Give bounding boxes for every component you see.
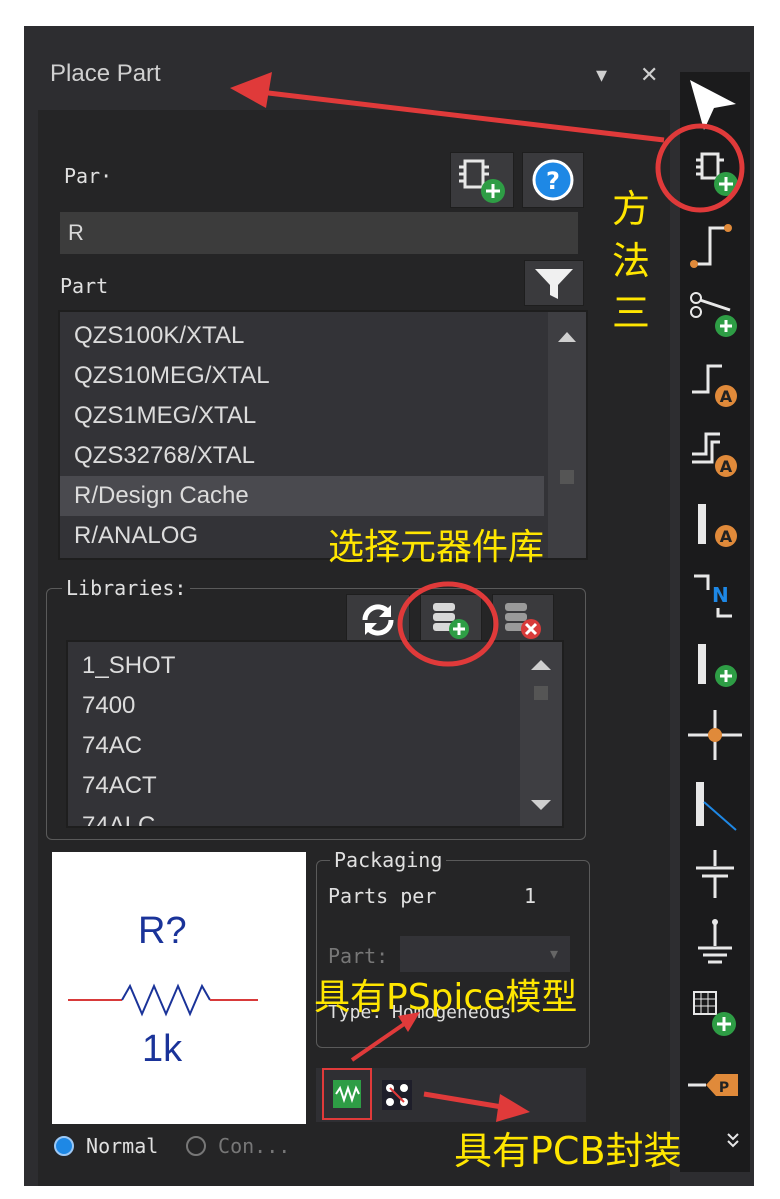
method-char-1: 方: [612, 187, 651, 231]
select-library-annotation: 选择元器件库: [328, 527, 545, 568]
toolbar-circle: [655, 123, 745, 213]
add-library-circle: [397, 581, 499, 667]
method-char-3: 三: [612, 291, 651, 335]
arrow-pcb: [423, 1091, 509, 1111]
arrow-head: [496, 1094, 530, 1122]
method-char-2: 法: [612, 239, 651, 283]
arrow-to-title: [259, 89, 665, 143]
pspice-annotation: 具有PSpice模型: [314, 977, 578, 1018]
arrow-pspice: [350, 1018, 412, 1062]
pcb-annotation: 具有PCB封装: [454, 1129, 682, 1173]
arrow-head: [230, 72, 272, 108]
